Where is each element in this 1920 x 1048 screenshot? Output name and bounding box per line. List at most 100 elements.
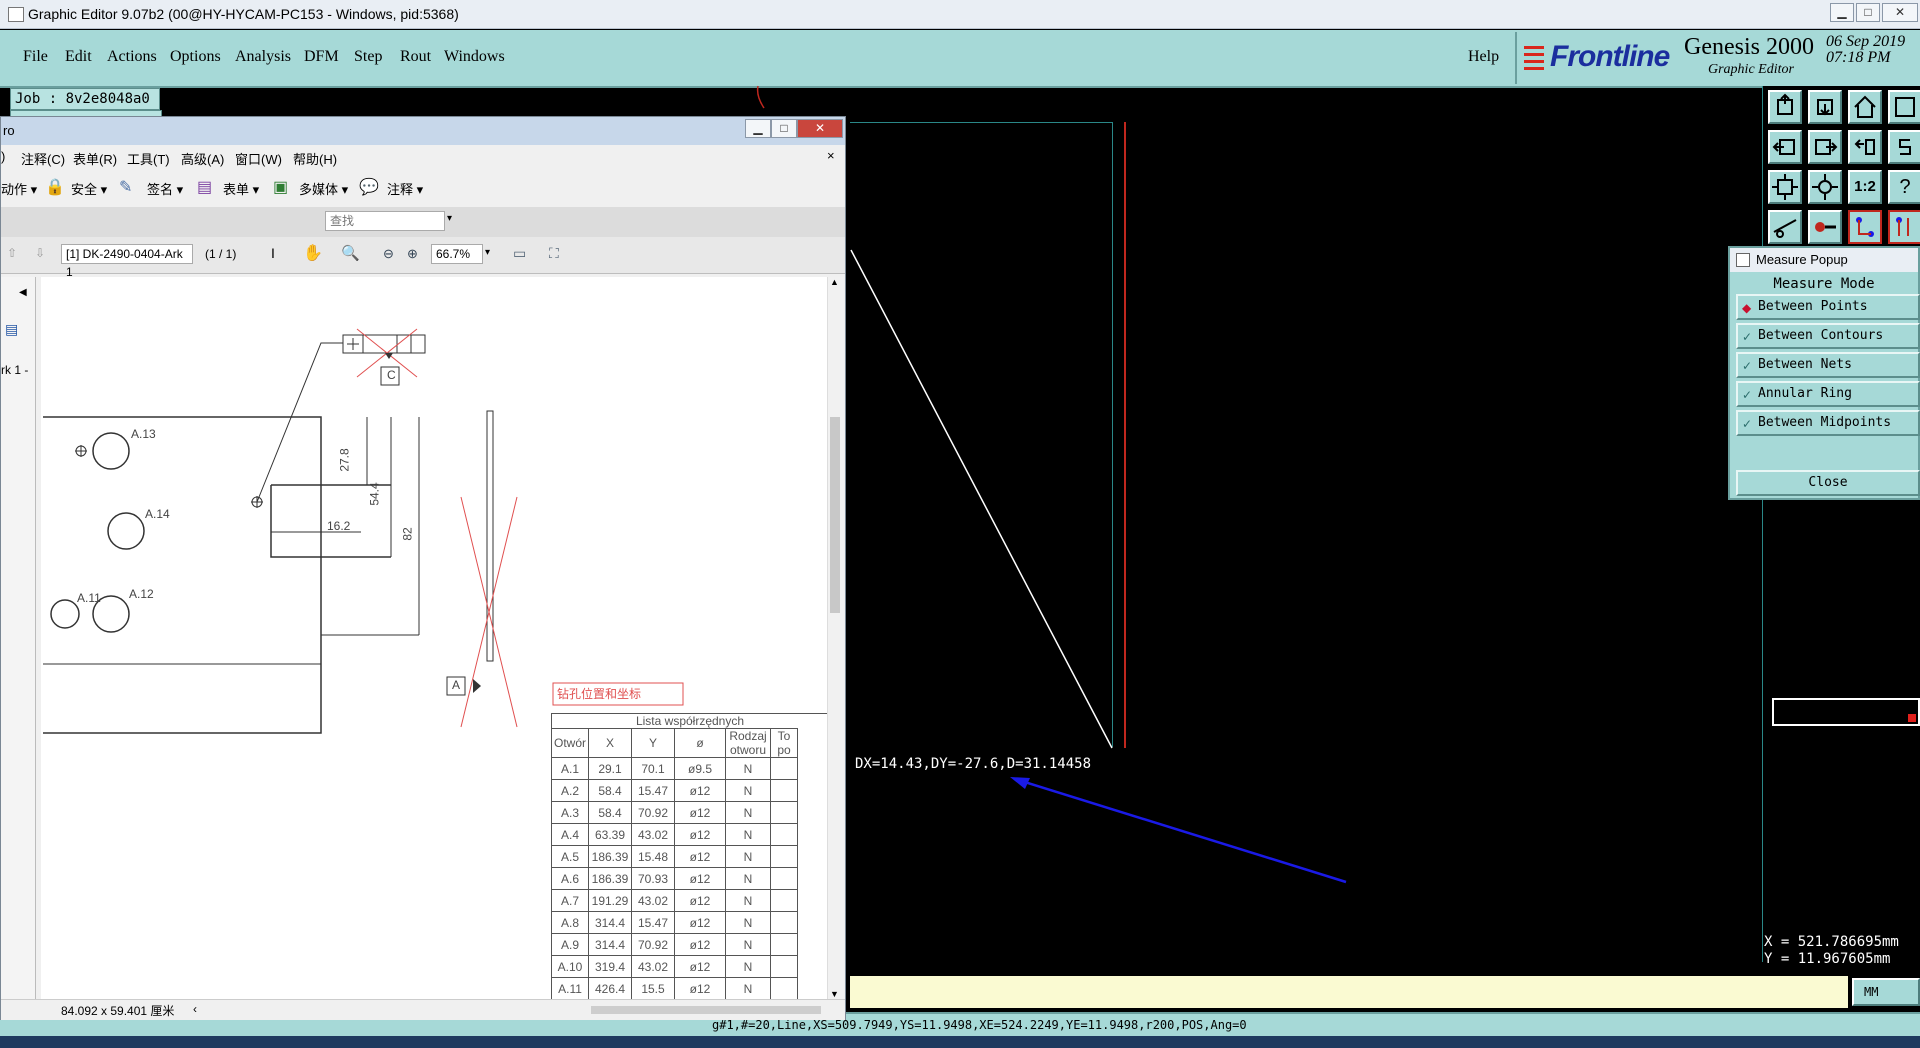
help-icon[interactable]: ? xyxy=(1888,170,1920,204)
table-cell: 58.4 xyxy=(588,801,633,824)
measure-popup-titlebar[interactable]: Measure Popup xyxy=(1730,248,1918,272)
redraw-icon[interactable] xyxy=(1888,130,1920,164)
coordinates-table-grid: Otwór X Y ø Rodzaj otworu To po A.1 29.1 7… xyxy=(550,728,799,999)
measure-tool-icon[interactable] xyxy=(1768,210,1802,244)
undo-icon[interactable] xyxy=(1848,130,1882,164)
pdf-close-button[interactable]: ✕ xyxy=(797,119,843,138)
mode-label: Between Points xyxy=(1758,299,1868,314)
table-cell: ø12 xyxy=(674,867,727,890)
mode-between-points[interactable]: ◆ Between Points xyxy=(1736,294,1920,320)
units-selector[interactable]: MM xyxy=(1852,978,1920,1006)
command-line[interactable] xyxy=(850,976,1848,1008)
pdf-document-page[interactable]: A.13 A.14 A.11 A.12 27.8 54.4 82 16.2 C … xyxy=(41,277,827,999)
tool-comment[interactable]: 注释 ▾ xyxy=(387,179,423,198)
move-left-icon[interactable] xyxy=(1768,130,1802,164)
table-cell: ø12 xyxy=(674,845,727,868)
pdf-menu-tools[interactable]: 工具(T) xyxy=(127,149,170,168)
net-compare-icon[interactable] xyxy=(1888,210,1920,244)
scale-1-2-icon[interactable]: 1:2 xyxy=(1848,170,1882,204)
lock-icon: 🔒 xyxy=(45,179,65,196)
zoom-tool-icon[interactable]: 🔍 xyxy=(341,244,360,262)
pdf-menu-help[interactable]: 帮助(H) xyxy=(293,149,337,168)
sidebar-page-label: rk 1 - xyxy=(1,363,29,377)
y-coordinate: Y = 11.967605mm xyxy=(1764,951,1891,967)
table-cell: A.5 xyxy=(550,845,590,868)
position-symbol-cell xyxy=(770,801,799,824)
pages-panel-icon[interactable]: ▤ xyxy=(5,321,18,338)
mode-between-nets[interactable]: ✓ Between Nets xyxy=(1736,352,1920,378)
col-header: Rodzaj otworu xyxy=(725,728,772,758)
zoom-field[interactable]: 66.7% xyxy=(431,244,483,264)
collapse-sidebar-icon[interactable]: ◀ xyxy=(19,287,27,298)
snap-input-box[interactable] xyxy=(1772,698,1920,726)
dim-label: 27.8 xyxy=(337,448,352,472)
close-popup-button[interactable]: Close xyxy=(1736,470,1920,496)
net-icon[interactable] xyxy=(1848,210,1882,244)
radio-unselected-icon: ✓ xyxy=(1742,359,1753,373)
pdf-menubar: ) 注释(C) 表单(R) 工具(T) 高级(A) 窗口(W) 帮助(H) × xyxy=(1,145,845,169)
next-page-icon[interactable]: ⇩ xyxy=(35,246,45,260)
zoom-center-icon[interactable] xyxy=(1808,170,1842,204)
mode-between-midpoints[interactable]: ✓ Between Midpoints xyxy=(1736,410,1920,436)
search-dropdown-icon[interactable]: ▾ xyxy=(447,213,452,224)
table-cell: 70.92 xyxy=(631,933,676,956)
zoom-fit-icon[interactable] xyxy=(1768,170,1802,204)
table-cell: N xyxy=(725,757,772,780)
pdf-menu-forms[interactable]: 表单(R) xyxy=(73,149,117,168)
pdf-menu-advanced[interactable]: 高级(A) xyxy=(181,149,224,168)
fullscreen-icon[interactable]: ⛶ xyxy=(549,245,559,262)
position-symbol-cell xyxy=(770,823,799,846)
move-right-icon[interactable] xyxy=(1808,130,1842,164)
zoom-dropdown-icon[interactable]: ▾ xyxy=(485,247,490,258)
page-field[interactable]: [1] DK-2490-0404-Ark 1 xyxy=(61,244,193,279)
fit-page-icon[interactable]: ▭ xyxy=(513,245,526,262)
pdf-minimize-button[interactable]: ▁ xyxy=(745,119,771,138)
measure-popup-title: Measure Popup xyxy=(1756,252,1848,267)
select-tool-icon[interactable]: I xyxy=(271,245,275,261)
mode-between-contours[interactable]: ✓ Between Contours xyxy=(1736,323,1920,349)
prev-page-icon[interactable]: ⇧ xyxy=(7,246,17,260)
table-cell: 191.29 xyxy=(588,889,633,912)
tool-security[interactable]: 安全 ▾ xyxy=(71,179,107,198)
hole-label: A.13 xyxy=(131,427,156,441)
mode-annular-ring[interactable]: ✓ Annular Ring xyxy=(1736,381,1920,407)
window-icon[interactable] xyxy=(1888,90,1920,124)
table-cell: 15.47 xyxy=(631,779,676,802)
datum-label: A xyxy=(452,678,461,692)
table-cell: N xyxy=(725,779,772,802)
red-cross-side xyxy=(460,496,518,728)
table-cell: 15.47 xyxy=(631,911,676,934)
hand-tool-icon[interactable]: ✋ xyxy=(303,243,323,263)
scroll-down-icon[interactable]: ▼ xyxy=(830,989,839,999)
position-symbol-cell xyxy=(770,845,799,868)
dim-label: 82 xyxy=(400,527,415,541)
pad-icon[interactable] xyxy=(1808,210,1842,244)
scroll-up-icon[interactable]: ▲ xyxy=(830,277,839,287)
tool-multimedia[interactable]: 多媒体 ▾ xyxy=(299,179,348,198)
layer-up-icon[interactable] xyxy=(1768,90,1802,124)
col-header: X xyxy=(588,728,633,758)
pdf-doc-close-icon[interactable]: × xyxy=(827,148,835,163)
position-symbol xyxy=(347,338,359,350)
pdf-menu-window[interactable]: 窗口(W) xyxy=(235,149,282,168)
scroll-thumb[interactable] xyxy=(830,417,840,613)
pdf-maximize-button[interactable]: □ xyxy=(771,119,797,138)
tool-sign[interactable]: 签名 ▾ xyxy=(147,179,183,198)
zoom-out-icon[interactable]: ⊖ xyxy=(383,246,394,262)
tool-forms[interactable]: 表单 ▾ xyxy=(223,179,259,198)
layer-down-icon[interactable] xyxy=(1808,90,1842,124)
measure-mode-heading: Measure Mode xyxy=(1773,276,1875,292)
pdf-menu-annotate[interactable]: 注释(C) xyxy=(21,149,65,168)
pdf-vertical-scrollbar[interactable]: ▲ ▼ xyxy=(827,277,844,999)
hscroll-left-icon[interactable]: ‹ xyxy=(193,1002,197,1016)
tool-label: 签名 xyxy=(147,182,174,197)
home-icon[interactable] xyxy=(1848,90,1882,124)
table-row: A.3 58.4 70.92 ø12 N xyxy=(550,801,799,824)
pdf-search-input[interactable] xyxy=(325,211,445,231)
table-cell: A.1 xyxy=(550,757,590,780)
cursor-coordinates: X = 521.786695mm Y = 11.967605mm xyxy=(1764,934,1920,974)
zoom-in-icon[interactable]: ⊕ xyxy=(407,246,418,262)
tool-actions[interactable]: 动作 ▾ xyxy=(1,179,37,198)
hscroll-thumb[interactable] xyxy=(591,1006,821,1014)
datum-triangle xyxy=(385,353,393,359)
